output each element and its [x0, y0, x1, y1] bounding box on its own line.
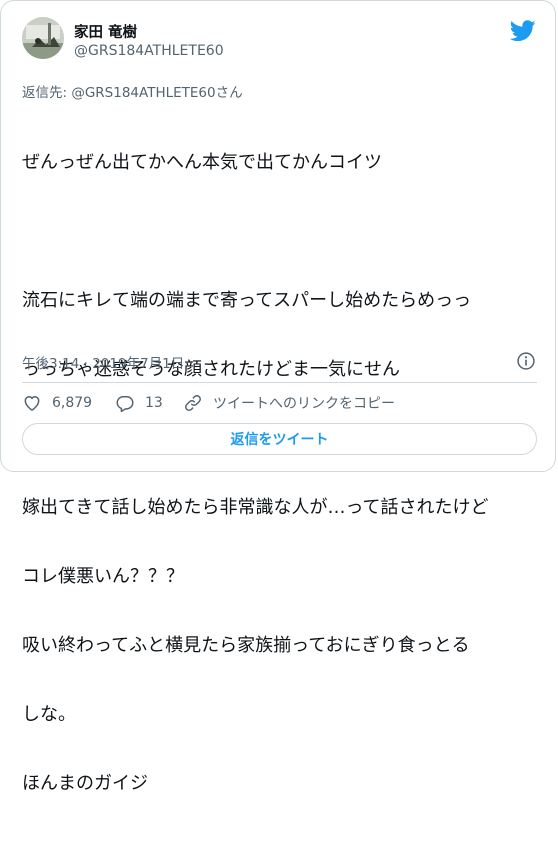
twitter-bird-icon[interactable] — [510, 20, 536, 42]
tweet-timestamp[interactable]: 午後3:14 · 2019年7月1日 — [22, 352, 184, 372]
tweet-line: しな。 — [22, 704, 76, 725]
tweet-line: ほんまのガイジ — [22, 773, 148, 794]
user-handle[interactable]: @GRS184ATHLETE60 — [74, 43, 224, 59]
reply-tweet-button[interactable]: 返信をツイート — [22, 423, 537, 455]
info-icon[interactable] — [516, 351, 536, 371]
avatar-image — [22, 17, 64, 59]
tweet-card: 家田 竜樹 @GRS184ATHLETE60 返信先: @GRS184ATHLE… — [0, 0, 556, 794]
like-action[interactable]: 6,879 — [22, 392, 92, 414]
reply-count: 13 — [145, 395, 163, 411]
like-count: 6,879 — [52, 395, 93, 411]
display-name[interactable]: 家田 竜樹 — [74, 21, 137, 42]
avatar[interactable] — [22, 17, 64, 59]
reply-bubble-icon — [116, 396, 134, 413]
copy-link-label: ツイートへのリンクをコピー — [213, 396, 395, 412]
replying-to[interactable]: 返信先: @GRS184ATHLETE60さん — [22, 81, 243, 101]
divider — [22, 382, 537, 383]
tweet-body: ぜんっぜん出てかへん本気で出てかんコイツ 流石にキレて端の端まで寄ってスパーし始… — [22, 105, 542, 841]
link-icon — [185, 395, 201, 411]
tweet-line: 流石にキレて端の端まで寄ってスパーし始めたらめっっ — [22, 290, 472, 311]
tweet-line: 嫁出てきて話し始めたら非常識な人が…って話されたけど — [22, 497, 489, 518]
copy-link-action[interactable]: ツイートへのリンクをコピー — [183, 392, 395, 414]
tweet-line: ぜんっぜん出てかへん本気で出てかんコイツ — [22, 152, 382, 173]
reply-action[interactable]: 13 — [115, 392, 163, 414]
tweet-line: 吸い終わってふと横見たら家族揃っておにぎり食っとる — [22, 635, 470, 656]
tweet-line: コレ僕悪いん？？？ — [22, 566, 184, 587]
heart-icon — [24, 396, 40, 411]
